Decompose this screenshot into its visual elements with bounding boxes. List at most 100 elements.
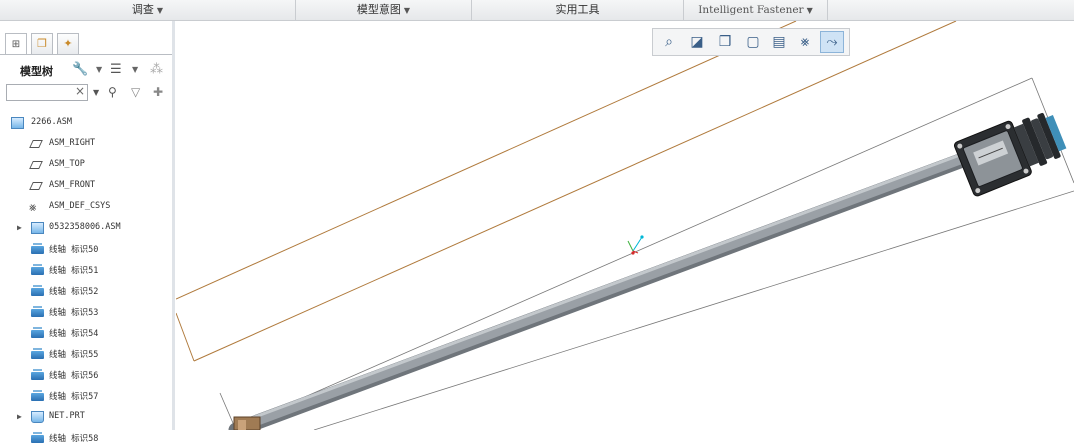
tree-item[interactable]: 线轴 标识51	[0, 260, 172, 280]
expand-arrow-icon[interactable]: ▶	[17, 412, 22, 421]
spool-icon	[31, 243, 44, 254]
datum-display-button[interactable]: ⨳	[793, 31, 817, 53]
ribbon-group-investigate[interactable]: 调查 ▼	[0, 0, 296, 20]
display-style-button[interactable]: ❒	[713, 31, 737, 53]
repaint-icon: ◪	[690, 34, 704, 50]
tree-filter-disabled-icon: ⁂	[150, 62, 163, 77]
favorites-tab[interactable]: ✦	[57, 33, 79, 55]
model-tree-tab[interactable]: ⊞	[5, 33, 27, 55]
tree-item[interactable]: 线轴 标识54	[0, 323, 172, 343]
ribbon-group-utilities[interactable]: 实用工具	[472, 0, 684, 20]
tree-item-label: 线轴 标识55	[49, 350, 99, 360]
model-viewport[interactable]	[175, 20, 1074, 438]
model-tree-tab-icon: ⊞	[11, 39, 21, 50]
tree-item-label: ASM_DEF_CSYS	[49, 201, 111, 211]
ribbon-group-label: Intelligent Fastener	[698, 4, 804, 16]
spool-icon	[31, 390, 44, 401]
spool-icon	[31, 348, 44, 359]
assembly-icon	[11, 117, 24, 129]
zoom-fit-button[interactable]: ⌕	[657, 31, 681, 53]
settings-tools-icon[interactable]: 🔧	[72, 63, 88, 77]
saved-views-button[interactable]: ▢	[741, 31, 765, 53]
tree-item-label: 线轴 标识54	[49, 329, 99, 339]
spool-icon	[31, 285, 44, 296]
tree-item-label: 线轴 标识50	[49, 245, 99, 255]
spin-center-button[interactable]: ⤳	[820, 31, 844, 53]
repaint-button[interactable]: ◪	[685, 31, 709, 53]
display-style-icon: ❒	[718, 34, 732, 50]
ribbon-group-model-intent[interactable]: 模型意图 ▼	[296, 0, 472, 20]
tree-item[interactable]: 2266.ASM	[0, 113, 172, 133]
chevron-down-icon: ▼	[403, 6, 411, 15]
show-list-icon[interactable]: ☰	[110, 63, 122, 77]
ribbon-group-bar: 调查 ▼ 模型意图 ▼ 实用工具 Intelligent Fastener ▼	[0, 0, 1074, 21]
folder-browser-tab-icon: ❐	[37, 37, 47, 50]
panel-resize-sash[interactable]	[172, 21, 175, 430]
add-icon[interactable]: ✚	[153, 84, 163, 101]
zoom-fit-icon: ⌕	[665, 34, 673, 50]
tree-item[interactable]: 线轴 标识50	[0, 239, 172, 259]
chevron-down-icon: ▼	[156, 6, 164, 15]
spool-icon	[31, 327, 44, 338]
cable[interactable]	[228, 150, 976, 438]
tree-item[interactable]: ASM_FRONT	[0, 176, 172, 196]
csys-icon: ⨳	[29, 200, 37, 214]
view-manager-icon: ▤	[772, 34, 786, 50]
connector-housing[interactable]	[953, 105, 1070, 197]
tree-item[interactable]: ▶ NET.PRT	[0, 407, 172, 427]
tree-item[interactable]: 线轴 标识57	[0, 386, 172, 406]
chevron-down-icon[interactable]: ▼	[132, 65, 138, 74]
spool-icon	[31, 432, 44, 443]
tree-item-label: 线轴 标识58	[49, 434, 99, 444]
model-tree-title: 模型树	[20, 65, 53, 78]
tree-item-label: ASM_RIGHT	[49, 138, 96, 148]
find-binoculars-icon[interactable]: ⚲	[108, 84, 117, 101]
tree-item-label: 线轴 标识53	[49, 308, 99, 318]
chevron-down-icon[interactable]: ▼	[96, 65, 102, 74]
tree-item-label: 0532358006.ASM	[49, 222, 121, 232]
tree-item[interactable]: 线轴 标识58	[0, 428, 172, 448]
clear-icon[interactable]: ×	[75, 84, 85, 98]
view-manager-button[interactable]: ▤	[767, 31, 791, 53]
tree-search-input[interactable]: ×	[6, 84, 88, 101]
ribbon-group-label: 调查	[131, 3, 154, 16]
tree-item-label: 2266.ASM	[31, 117, 72, 127]
model-tree-toolbar: 模型树 🔧 ▼ ☰ ▼ ⁂	[0, 58, 172, 84]
expand-arrow-icon[interactable]: ▶	[17, 223, 22, 232]
tab-divider	[0, 54, 172, 55]
tree-item[interactable]: 线轴 标识55	[0, 344, 172, 364]
tree-item[interactable]: 线轴 标识52	[0, 281, 172, 301]
tree-item[interactable]: 线轴 标识53	[0, 302, 172, 322]
spin-center-icon: ⤳	[826, 34, 838, 50]
tree-item[interactable]: ASM_RIGHT	[0, 134, 172, 154]
tree-item-label: NET.PRT	[49, 411, 85, 421]
spool-icon	[31, 369, 44, 380]
assembly-icon	[31, 222, 44, 234]
ribbon-group-label: 模型意图	[356, 3, 401, 16]
spool-icon	[31, 306, 44, 317]
ribbon-group-label: 实用工具	[555, 3, 600, 16]
ribbon-group-intelligent-fastener[interactable]: Intelligent Fastener ▼	[684, 0, 828, 20]
tree-item[interactable]: ASM_TOP	[0, 155, 172, 175]
chevron-down-icon: ▼	[806, 6, 813, 15]
chevron-down-icon[interactable]: ▼	[93, 84, 99, 101]
graphics-window[interactable]	[175, 20, 1074, 438]
tree-item[interactable]: ⨳ ASM_DEF_CSYS	[0, 197, 172, 217]
cable-terminal[interactable]	[233, 416, 261, 431]
saved-views-icon: ▢	[746, 34, 760, 50]
navigator-panel: ⊞ ❐ ✦ 模型树 🔧 ▼ ☰ ▼ ⁂ × ▼ ⚲ ▽ ✚ 2266.ASM A…	[0, 21, 173, 444]
folder-browser-tab[interactable]: ❐	[31, 33, 53, 55]
tree-item-label: ASM_TOP	[49, 159, 85, 169]
datum-plane-icon	[29, 140, 43, 148]
tree-item-label: 线轴 标识52	[49, 287, 99, 297]
part-icon	[31, 411, 44, 423]
tree-item-label: 线轴 标识56	[49, 371, 99, 381]
tree-item-label: 线轴 标识51	[49, 266, 99, 276]
tree-item[interactable]: ▶ 0532358006.ASM	[0, 218, 172, 238]
datum-display-icon: ⨳	[800, 34, 810, 50]
part-outline	[219, 77, 1074, 431]
filter-icon[interactable]: ▽	[131, 84, 140, 101]
tree-item[interactable]: 线轴 标识56	[0, 365, 172, 385]
favorites-tab-icon: ✦	[63, 37, 73, 50]
csys-triad	[627, 235, 644, 255]
